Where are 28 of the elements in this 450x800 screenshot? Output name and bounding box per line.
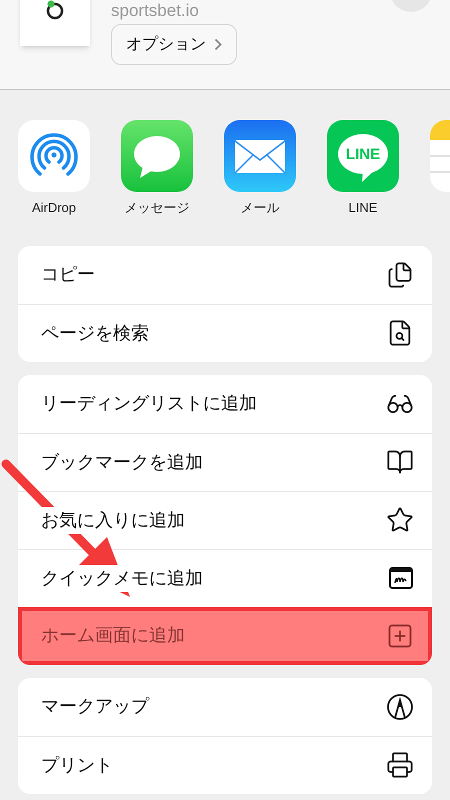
app-label: LINE [348, 199, 378, 217]
action-row[interactable]: マークアップ [18, 678, 432, 736]
action-row[interactable]: お気に入りに追加 [18, 490, 432, 548]
book-icon [386, 448, 414, 476]
action-row[interactable]: リーディングリストに追加 [18, 374, 432, 432]
airdrop-icon[interactable] [18, 120, 90, 192]
pen-tip-icon [386, 692, 414, 720]
envelope-icon[interactable] [224, 120, 296, 192]
site-logo-icon [45, 0, 65, 20]
chevron-right-icon [214, 38, 222, 51]
quick-note-icon [388, 565, 414, 591]
options-button[interactable]: オプション [111, 24, 237, 65]
action-label: ホーム画面に追加 [40, 624, 186, 647]
app-label: メッセージ [124, 199, 190, 217]
speech-bubble-icon[interactable] [121, 120, 193, 192]
printer-icon [386, 751, 414, 779]
star-icon [386, 506, 414, 534]
documents-icon [386, 260, 414, 288]
action-row[interactable]: プリント [18, 736, 432, 794]
action-row[interactable]: ブックマークを追加 [18, 432, 432, 490]
site-domain: sportsbet.io [111, 1, 199, 21]
app-label: メール [240, 199, 280, 217]
action-row[interactable]: ページを検索 [18, 304, 432, 362]
plus-square-icon [386, 622, 414, 650]
app-label: AirDrop [32, 199, 76, 217]
action-row[interactable]: コピー [18, 246, 432, 304]
action-label: お気に入りに追加 [40, 506, 186, 534]
action-label: クイックメモに追加 [40, 564, 204, 592]
